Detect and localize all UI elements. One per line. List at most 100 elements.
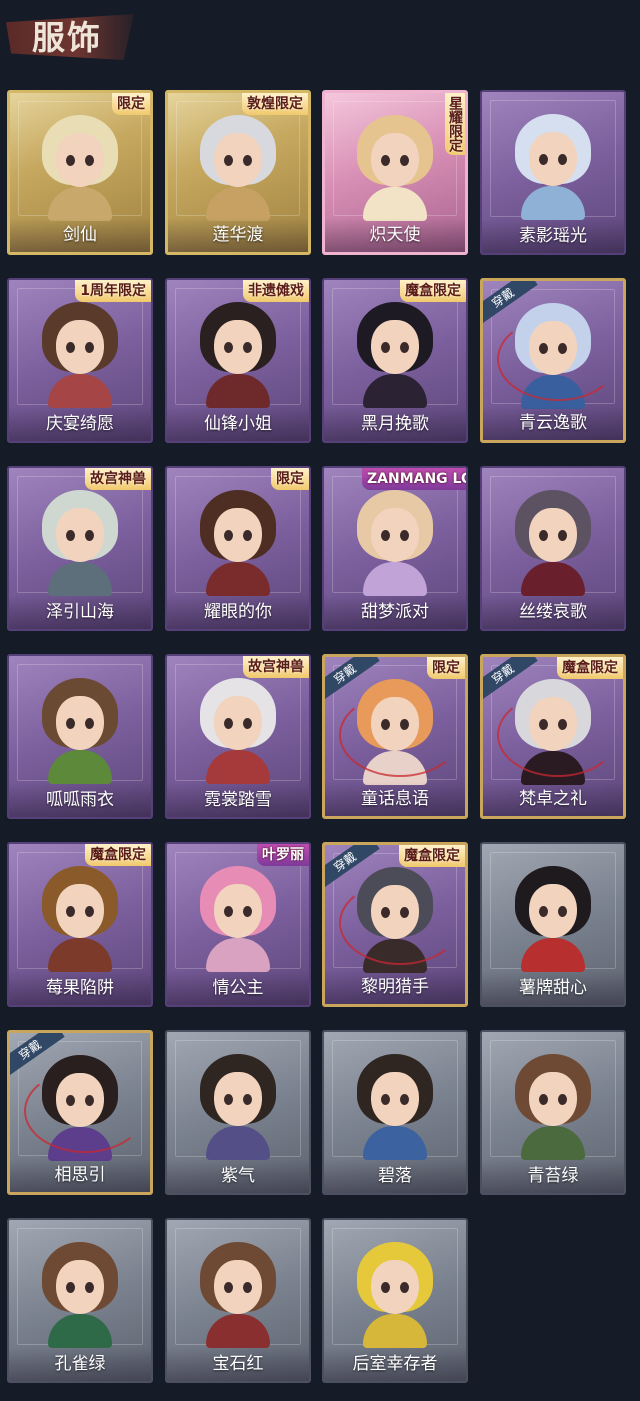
character-portrait: [353, 490, 437, 596]
portrait-body: [363, 187, 427, 221]
portrait-face: [56, 884, 104, 938]
portrait-eye: [85, 155, 94, 166]
character-portrait: [196, 490, 280, 596]
costume-card[interactable]: 呱呱雨衣: [7, 654, 153, 819]
portrait-eye: [243, 906, 252, 917]
costume-card[interactable]: 青苔绿: [480, 1030, 626, 1195]
portrait-body: [206, 562, 270, 596]
portrait-eye: [66, 342, 75, 353]
costume-name: 莲华渡: [212, 225, 264, 245]
portrait-body: [521, 1126, 585, 1160]
costume-card[interactable]: 星耀限定 炽天使: [322, 90, 468, 255]
limited-badge: 叶罗丽: [257, 844, 309, 866]
costume-name: 泽引山海: [46, 602, 114, 622]
portrait-eye: [66, 155, 75, 166]
costume-card[interactable]: 穿戴 相思引: [7, 1030, 153, 1195]
costume-card[interactable]: 限定 耀眼的你: [165, 466, 311, 631]
portrait-body: [521, 938, 585, 972]
portrait-face: [56, 1260, 104, 1314]
costume-card[interactable]: 穿戴 限定 童话息语: [322, 654, 468, 819]
portrait-face: [371, 1072, 419, 1126]
costume-card[interactable]: 穿戴 魔盒限定 黎明猎手: [322, 842, 468, 1007]
portrait-eye: [224, 906, 233, 917]
costume-card[interactable]: 素影瑶光: [480, 90, 626, 255]
costume-name: 庆宴绮愿: [46, 414, 114, 434]
character-portrait: [196, 866, 280, 972]
portrait-eye: [224, 155, 233, 166]
costume-card[interactable]: 孔雀绿: [7, 1218, 153, 1383]
costume-card[interactable]: 后室幸存者: [322, 1218, 468, 1383]
portrait-eye: [66, 906, 75, 917]
limited-badge: 限定: [112, 93, 150, 115]
costume-card[interactable]: 穿戴 青云逸歌: [480, 278, 626, 443]
portrait-eye: [85, 342, 94, 353]
costume-card[interactable]: 丝缕哀歌: [480, 466, 626, 631]
portrait-eye: [381, 530, 390, 541]
costume-card[interactable]: 魔盒限定 黑月挽歌: [322, 278, 468, 443]
limited-badge: 星耀限定: [445, 93, 465, 155]
costume-name: 黎明猎手: [361, 977, 429, 997]
costume-card[interactable]: 薯牌甜心: [480, 842, 626, 1007]
costume-card[interactable]: 故宫神兽 泽引山海: [7, 466, 153, 631]
character-portrait: [511, 866, 595, 972]
costume-card[interactable]: 紫气: [165, 1030, 311, 1195]
limited-badge: 限定: [427, 657, 465, 679]
costume-name: 素影瑶光: [519, 226, 587, 246]
costume-card[interactable]: 穿戴 魔盒限定 梵卓之礼: [480, 654, 626, 819]
costume-card[interactable]: 叶罗丽 情公主: [165, 842, 311, 1007]
portrait-face: [56, 320, 104, 374]
costume-card[interactable]: ZANMANG LOOPY 甜梦派对: [322, 466, 468, 631]
portrait-eye: [539, 906, 548, 917]
character-portrait: [38, 115, 122, 221]
portrait-eye: [400, 342, 409, 353]
portrait-body: [48, 750, 112, 784]
portrait-eye: [381, 342, 390, 353]
costume-card[interactable]: 宝石红: [165, 1218, 311, 1383]
portrait-body: [48, 1314, 112, 1348]
portrait-body: [48, 562, 112, 596]
portrait-eye: [400, 1282, 409, 1293]
costume-name: 青苔绿: [527, 1166, 579, 1186]
equipped-ring: [339, 881, 461, 965]
portrait-face: [214, 696, 262, 750]
limited-badge: 非遗傩戏: [243, 280, 309, 302]
portrait-body: [363, 562, 427, 596]
portrait-face: [214, 1072, 262, 1126]
costume-name: 仙锋小姐: [204, 414, 272, 434]
portrait-eye: [243, 1094, 252, 1105]
portrait-eye: [224, 1282, 233, 1293]
portrait-eye: [243, 155, 252, 166]
costume-card[interactable]: 碧落: [322, 1030, 468, 1195]
costume-card[interactable]: 故宫神兽 霓裳踏雪: [165, 654, 311, 819]
portrait-eye: [400, 1094, 409, 1105]
portrait-body: [48, 374, 112, 408]
portrait-body: [206, 187, 270, 221]
portrait-body: [48, 938, 112, 972]
costume-card[interactable]: 敦煌限定 莲华渡: [165, 90, 311, 255]
portrait-eye: [224, 1094, 233, 1105]
character-portrait: [353, 1242, 437, 1348]
costume-name: 童话息语: [361, 789, 429, 809]
portrait-eye: [243, 342, 252, 353]
portrait-body: [363, 1314, 427, 1348]
costume-name: 后室幸存者: [352, 1354, 438, 1374]
portrait-eye: [558, 906, 567, 917]
limited-badge: 1周年限定: [75, 280, 151, 302]
costume-card[interactable]: 1周年限定庆宴绮愿: [7, 278, 153, 443]
portrait-eye: [224, 342, 233, 353]
costume-card[interactable]: 限定 剑仙: [7, 90, 153, 255]
portrait-face: [56, 508, 104, 562]
portrait-eye: [66, 1282, 75, 1293]
costume-card[interactable]: 魔盒限定 莓果陷阱: [7, 842, 153, 1007]
costume-name: 莓果陷阱: [46, 978, 114, 998]
portrait-face: [56, 696, 104, 750]
costume-card[interactable]: 非遗傩戏仙锋小姐: [165, 278, 311, 443]
portrait-body: [521, 562, 585, 596]
portrait-body: [206, 374, 270, 408]
portrait-body: [206, 938, 270, 972]
portrait-eye: [400, 530, 409, 541]
portrait-face: [214, 884, 262, 938]
character-portrait: [196, 115, 280, 221]
portrait-body: [521, 186, 585, 220]
costume-name: 青云逸歌: [519, 413, 587, 433]
